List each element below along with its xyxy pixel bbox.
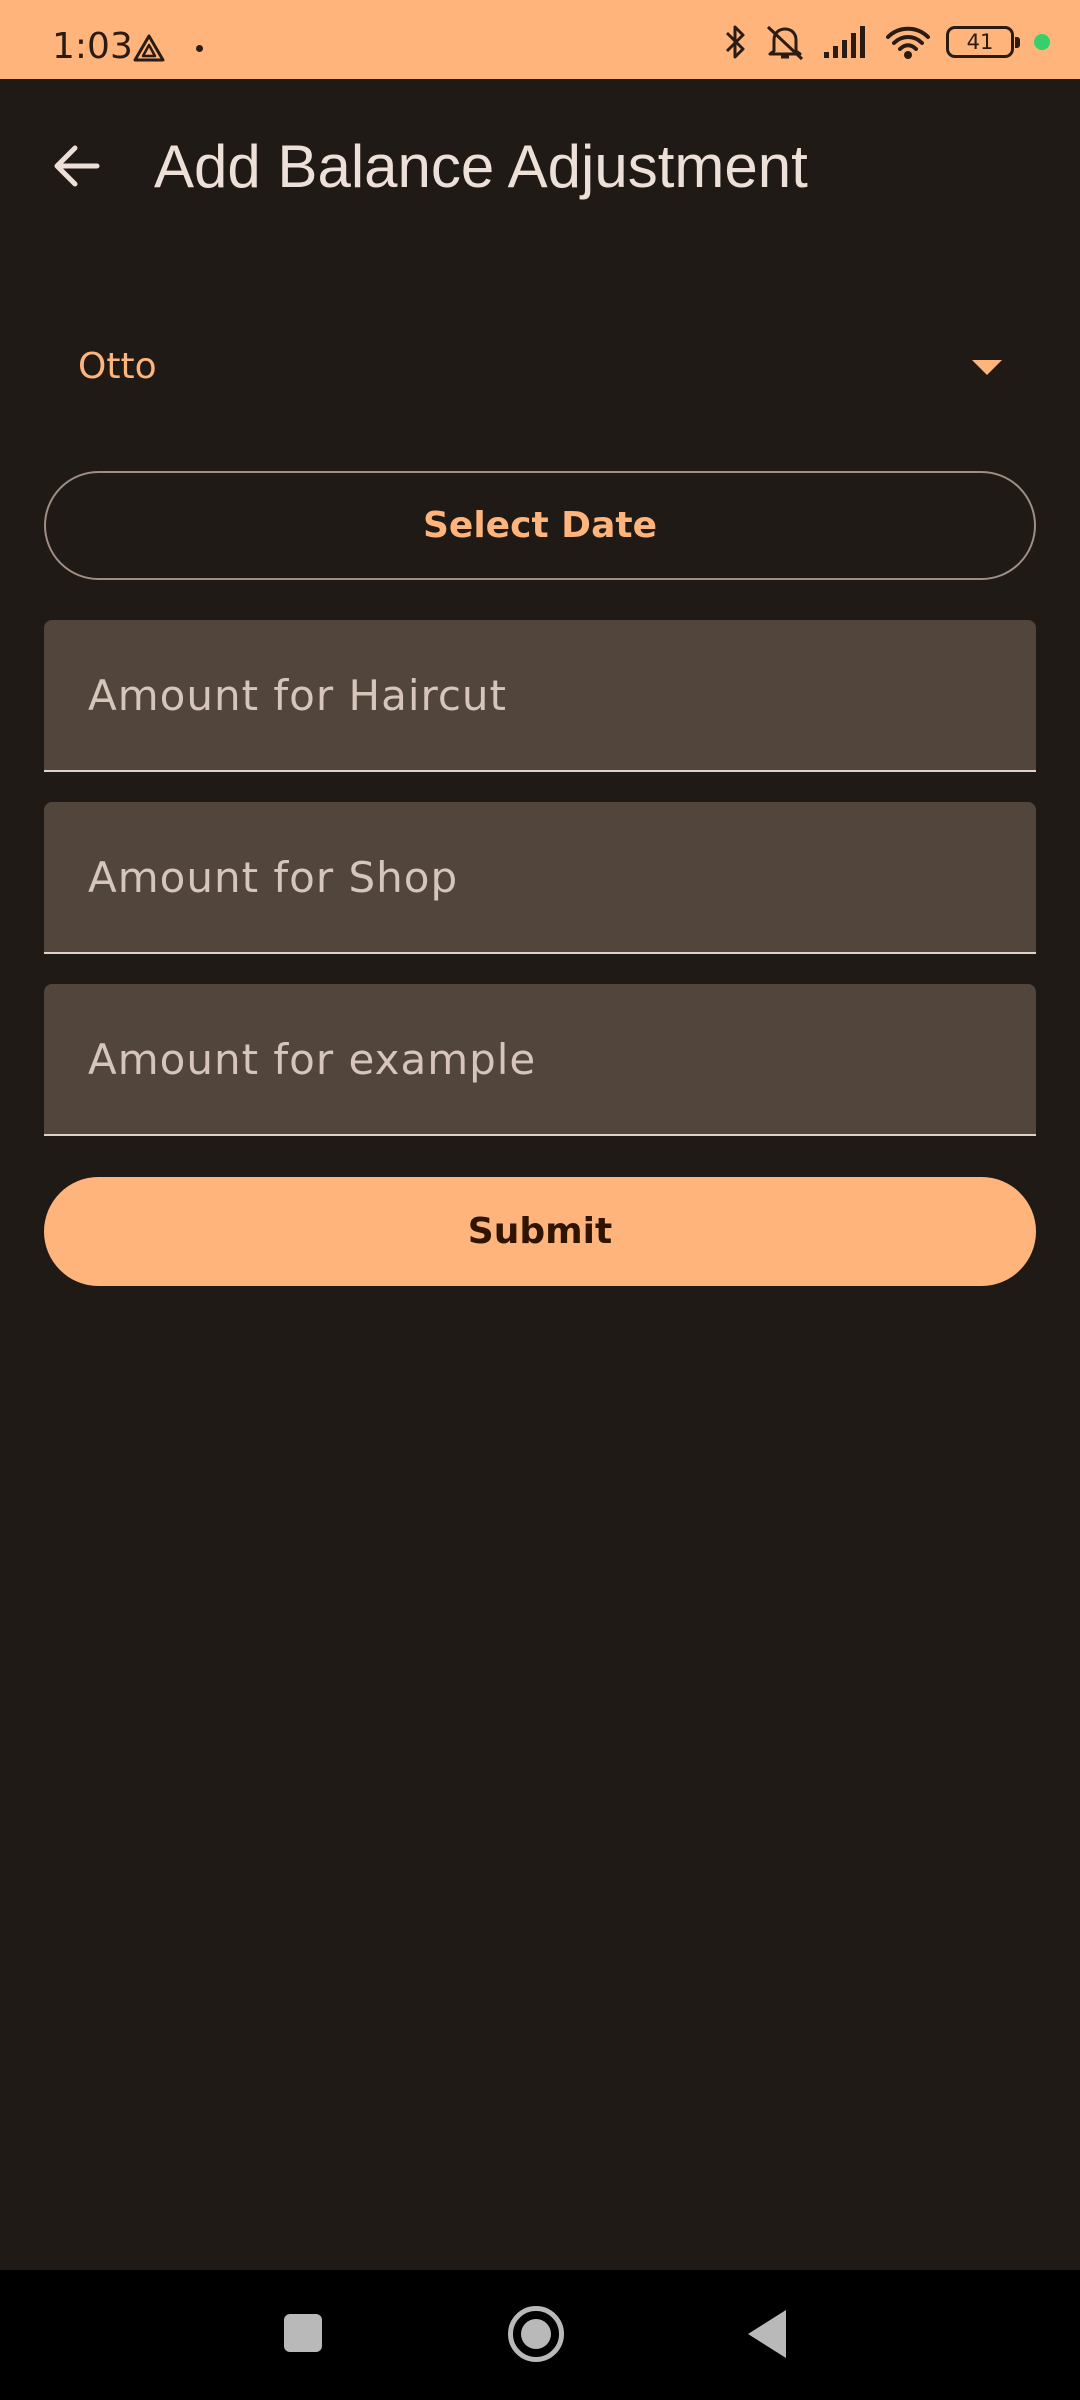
- recents-square-icon[interactable]: [284, 2314, 322, 2352]
- mute-icon: [766, 25, 804, 61]
- wifi-icon: [886, 26, 930, 59]
- submit-button[interactable]: Submit: [44, 1177, 1036, 1286]
- bluetooth-icon: [725, 25, 745, 59]
- status-time: 1:03: [52, 26, 133, 67]
- home-circle-icon[interactable]: [508, 2306, 564, 2362]
- select-date-button[interactable]: Select Date: [44, 471, 1036, 580]
- notification-dot: [196, 45, 203, 52]
- haircut-amount-input[interactable]: [44, 620, 1036, 770]
- page-title: Add Balance Adjustment: [154, 133, 808, 200]
- shop-amount-field[interactable]: [44, 802, 1036, 954]
- battery-icon: 41: [946, 26, 1020, 58]
- signal-icon: [824, 26, 865, 58]
- dropdown-selected-value: Otto: [78, 346, 157, 387]
- arrow-back-icon: [54, 145, 100, 187]
- shop-amount-input[interactable]: [44, 802, 1036, 952]
- dropdown-arrow-icon: [972, 360, 1002, 375]
- example-amount-input[interactable]: [44, 984, 1036, 1134]
- back-triangle-icon[interactable]: [748, 2310, 786, 2358]
- status-icons: 41: [722, 22, 1050, 62]
- status-bar: 1:03 41: [0, 0, 1080, 79]
- person-dropdown[interactable]: Otto: [44, 320, 1036, 420]
- example-amount-field[interactable]: [44, 984, 1036, 1136]
- drive-triangle-icon: [133, 34, 165, 62]
- privacy-indicator-dot: [1034, 34, 1050, 50]
- haircut-amount-field[interactable]: [44, 620, 1036, 772]
- battery-level: 41: [966, 30, 994, 54]
- back-button[interactable]: [40, 130, 112, 202]
- system-nav-bar: [0, 2270, 1080, 2400]
